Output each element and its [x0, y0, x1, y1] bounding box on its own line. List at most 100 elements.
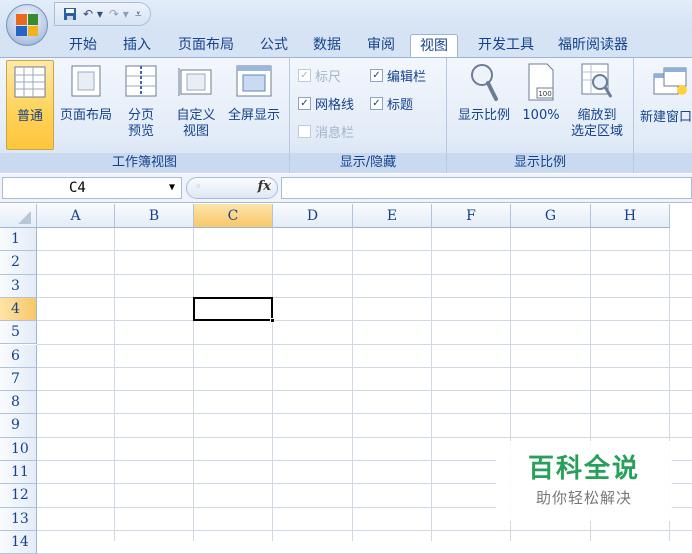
row-header-7[interactable]: 7	[0, 367, 37, 392]
zoom-button[interactable]: 显示比例	[451, 60, 517, 150]
new-window-button[interactable]: 新建窗口	[636, 60, 692, 150]
row-header-13[interactable]: 13	[0, 507, 37, 531]
row-header-4[interactable]: 4	[0, 297, 37, 322]
gridlines-check-icon: ✓	[298, 97, 311, 110]
zoom-100-icon-text: 100	[538, 90, 551, 98]
page-layout-view-button[interactable]: 页面布局	[55, 60, 117, 150]
row-header-11[interactable]: 11	[0, 461, 37, 485]
ribbon: 普通 页面布局 分页 预览 自定义 视图 全屏显示 工作簿视图 ✓ 标尺 ✓ 编…	[0, 57, 692, 173]
headings-check-icon: ✓	[370, 97, 383, 110]
zoom-to-selection-button[interactable]: 缩放到 选定区域	[565, 60, 629, 150]
page-break-preview-button[interactable]: 分页 预览	[119, 60, 163, 150]
row-gridline	[37, 529, 692, 531]
normal-view-button[interactable]: 普通	[6, 60, 54, 150]
page-break-label-2: 预览	[127, 124, 154, 139]
custom-views-button[interactable]: 自定义 视图	[172, 60, 220, 150]
watermark-title: 百科全说	[527, 454, 640, 484]
page-layout-view-label: 页面布局	[59, 108, 112, 123]
group-window: 新建窗口	[634, 58, 692, 173]
insert-function-button[interactable]: fx	[258, 179, 271, 194]
tab-home[interactable]: 开始	[58, 34, 108, 57]
custom-views-label-2: 视图	[182, 124, 209, 139]
column-header-a[interactable]: A	[37, 204, 115, 228]
column-gridline	[272, 228, 273, 541]
cancel-icon: ◦	[195, 180, 202, 193]
window-group-label	[634, 153, 692, 173]
quick-access-toolbar: ↶ ▾ ↷ ▾ ⩡	[54, 2, 151, 26]
row-header-10[interactable]: 10	[0, 437, 37, 461]
row-gridline	[37, 343, 692, 345]
zoom-100-button[interactable]: 100 100%	[519, 60, 563, 150]
select-all-corner[interactable]	[0, 204, 37, 228]
row-header-9[interactable]: 9	[0, 414, 37, 438]
column-header-b[interactable]: B	[115, 204, 194, 228]
normal-view-icon	[14, 66, 46, 98]
headings-label: 标题	[387, 98, 414, 113]
row-header-3[interactable]: 3	[0, 274, 37, 298]
name-box-value: C4	[69, 180, 86, 196]
save-icon[interactable]	[63, 7, 77, 21]
formula-buttons: ◦ fx	[186, 177, 278, 199]
tab-insert[interactable]: 插入	[112, 34, 162, 57]
gridlines-checkbox[interactable]: ✓ 网格线	[298, 94, 354, 113]
formula-bar-check-icon: ✓	[370, 69, 383, 82]
fill-handle[interactable]	[270, 318, 275, 324]
ruler-checkbox[interactable]: ✓ 标尺	[298, 66, 341, 85]
column-gridline	[114, 228, 115, 541]
undo-button[interactable]: ↶ ▾	[83, 7, 103, 21]
redo-button[interactable]: ↷ ▾	[109, 7, 129, 21]
row-header-1[interactable]: 1	[0, 228, 37, 252]
group-show-hide: ✓ 标尺 ✓ 编辑栏 ✓ 网格线 ✓ 标题 消息栏 显示/隐藏	[290, 58, 447, 173]
tab-foxit-reader[interactable]: 福昕阅读器	[550, 34, 636, 57]
zoom-group-label: 显示比例	[447, 153, 633, 173]
zoom-label: 显示比例	[457, 108, 510, 123]
row-gridline	[37, 250, 692, 252]
tab-data[interactable]: 数据	[303, 34, 351, 57]
formula-input[interactable]	[281, 177, 692, 199]
page-break-icon	[125, 65, 157, 97]
ribbon-tabs: 开始 插入 页面布局 公式 数据 审阅 视图 开发工具 福昕阅读器	[0, 30, 692, 57]
show-hide-group-label: 显示/隐藏	[290, 153, 446, 173]
full-screen-button[interactable]: 全屏显示	[222, 60, 286, 150]
customize-qat-button[interactable]: ⩡	[135, 7, 142, 22]
column-header-c[interactable]: C	[194, 204, 273, 228]
gridlines-label: 网格线	[315, 98, 355, 113]
full-screen-label: 全屏显示	[227, 108, 280, 123]
formula-bar: C4 ▼ ◦ fx	[0, 174, 692, 203]
page-layout-icon	[71, 65, 101, 97]
headings-checkbox[interactable]: ✓ 标题	[370, 94, 413, 113]
tab-formulas[interactable]: 公式	[250, 34, 298, 57]
row-header-14[interactable]: 14	[0, 530, 37, 554]
column-header-d[interactable]: D	[273, 204, 353, 228]
row-header-12[interactable]: 12	[0, 484, 37, 508]
group-zoom: 显示比例 100 100% 缩放到 选定区域 显示比例	[447, 58, 634, 173]
row-header-8[interactable]: 8	[0, 391, 37, 415]
column-gridline	[352, 228, 353, 541]
row-gridline	[37, 366, 692, 368]
row-header-2[interactable]: 2	[0, 251, 37, 275]
active-cell[interactable]	[193, 296, 275, 324]
tab-review[interactable]: 审阅	[356, 34, 406, 57]
zoom-selection-label-2: 选定区域	[570, 124, 623, 139]
tab-page-layout[interactable]: 页面布局	[168, 34, 244, 57]
tab-view[interactable]: 视图	[410, 34, 458, 57]
row-header-6[interactable]: 6	[0, 344, 37, 368]
column-header-e[interactable]: E	[353, 204, 432, 228]
normal-view-label: 普通	[16, 109, 43, 124]
message-bar-checkbox[interactable]: 消息栏	[298, 122, 354, 141]
column-header-g[interactable]: G	[511, 204, 591, 228]
custom-views-label-1: 自定义	[176, 108, 216, 123]
office-button[interactable]	[6, 4, 48, 46]
column-header-f[interactable]: F	[432, 204, 511, 228]
name-box-dropdown-icon[interactable]: ▼	[169, 178, 175, 198]
row-gridline	[37, 296, 692, 298]
workbook-views-group-label: 工作簿视图	[0, 153, 289, 173]
watermark-subtitle: 助你轻松解决	[535, 489, 632, 507]
column-header-h[interactable]: H	[591, 204, 670, 228]
page-break-label-1: 分页	[127, 108, 154, 123]
row-header-5[interactable]: 5	[0, 321, 37, 345]
formula-bar-checkbox[interactable]: ✓ 编辑栏	[370, 66, 426, 85]
tab-developer[interactable]: 开发工具	[466, 34, 546, 57]
row-gridline	[37, 390, 692, 392]
name-box[interactable]: C4 ▼	[2, 177, 182, 199]
